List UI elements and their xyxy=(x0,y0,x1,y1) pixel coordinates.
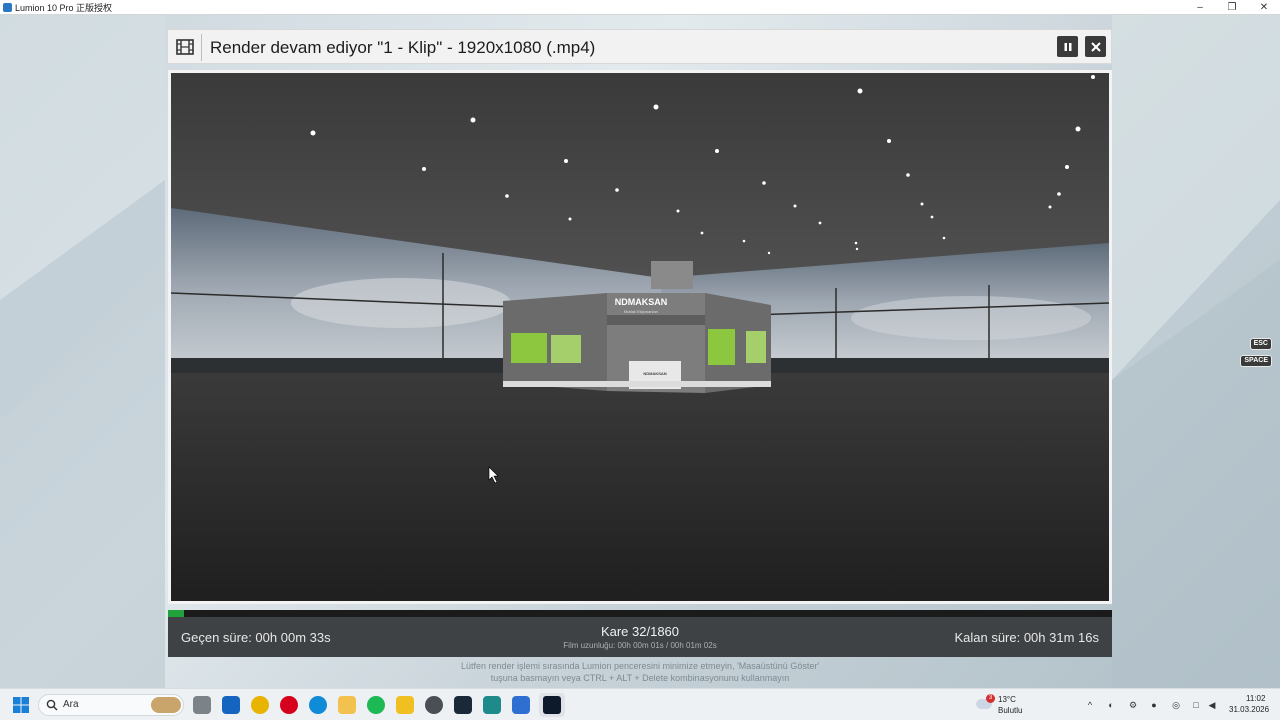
app-teal-icon[interactable] xyxy=(483,696,501,714)
booth-brand: NDMAKSAN xyxy=(615,297,668,307)
opera-icon[interactable] xyxy=(280,696,298,714)
restore-button[interactable]: ❐ xyxy=(1216,0,1248,15)
close-icon xyxy=(1090,41,1101,52)
weather-desc: Bulutlu xyxy=(998,706,1023,715)
counter-brand: NDMAKSAN xyxy=(643,371,666,376)
render-scene: NDMAKSAN Mutfak Ekipmanları NDMAKSAN xyxy=(171,73,1109,601)
render-notice: Lütfen render işlemi sırasında Lumion pe… xyxy=(168,660,1112,684)
file-explorer-icon[interactable] xyxy=(338,696,356,714)
notice-line-2: tuşuna basmayın veya CTRL + ALT + Delete… xyxy=(490,673,790,683)
search-icon xyxy=(46,699,58,711)
render-preview: NDMAKSAN Mutfak Ekipmanları NDMAKSAN xyxy=(168,70,1112,604)
pause-icon xyxy=(1064,42,1071,51)
taskbar: Ara 3 13°C Bulutlu ^ ◐ ⚙ ● ◎ □ ◀ 11:02 3… xyxy=(0,688,1280,720)
lumion-taskbar-button[interactable] xyxy=(539,693,565,717)
space-key-hint: SPACE xyxy=(1240,355,1272,367)
weather-badge: 3 xyxy=(986,694,995,703)
film-icon xyxy=(176,39,194,55)
header-divider xyxy=(201,34,202,61)
clock-date[interactable]: 31.03.2026 xyxy=(1229,705,1269,714)
booth-subtitle: Mutfak Ekipmanları xyxy=(624,309,658,314)
app-blue-icon[interactable] xyxy=(512,696,530,714)
steam-icon[interactable] xyxy=(454,696,472,714)
render-progress-bar xyxy=(168,610,1112,617)
esc-key-hint: ESC xyxy=(1249,338,1272,350)
window-title-bar: Lumion 10 Pro 正版授权 – ❐ ✕ xyxy=(0,0,1280,15)
lumion-icon xyxy=(543,696,561,714)
clock-time[interactable]: 11:02 xyxy=(1246,694,1265,703)
window-close-button[interactable]: ✕ xyxy=(1248,0,1280,15)
window-title: Lumion 10 Pro 正版授权 xyxy=(15,2,113,13)
microphone-icon[interactable]: ◎ xyxy=(1171,700,1181,710)
lumion-app-icon xyxy=(3,3,12,12)
windows-start-icon[interactable] xyxy=(13,697,29,713)
network-icon[interactable]: □ xyxy=(1191,700,1201,710)
render-title: Render devam ediyor "1 - Klip" - 1920x10… xyxy=(210,38,596,57)
taskbar-search[interactable]: Ara xyxy=(38,694,184,716)
weather-temp: 13°C xyxy=(998,695,1016,704)
tray-settings-icon[interactable]: ⚙ xyxy=(1128,700,1138,710)
exhibition-booth xyxy=(503,293,771,393)
app-chat-icon[interactable] xyxy=(425,696,443,714)
render-progress-fill xyxy=(168,610,185,617)
search-highlight-icon xyxy=(151,697,181,713)
render-stats-bar: Geçen süre: 00h 00m 33s Kare 32/1860 Fil… xyxy=(168,617,1112,657)
chevron-up-icon[interactable]: ^ xyxy=(1085,700,1095,710)
tray-app-icon[interactable]: ◐ xyxy=(1106,700,1116,710)
minimize-button[interactable]: – xyxy=(1184,0,1216,15)
volume-icon[interactable]: ◀ xyxy=(1207,700,1217,710)
close-render-button[interactable] xyxy=(1085,36,1106,57)
chrome-icon[interactable] xyxy=(251,696,269,714)
spotify-icon[interactable] xyxy=(367,696,385,714)
edge-icon[interactable] xyxy=(309,696,327,714)
render-header: Render devam ediyor "1 - Klip" - 1920x10… xyxy=(167,29,1112,64)
mail-app-icon[interactable] xyxy=(222,696,240,714)
app-lightning-icon[interactable] xyxy=(396,696,414,714)
tray-steam-icon[interactable]: ● xyxy=(1149,700,1159,710)
remaining-time: Kalan süre: 00h 31m 16s xyxy=(954,630,1099,645)
weather-widget[interactable]: 3 13°C Bulutlu xyxy=(976,693,1036,717)
task-view-icon[interactable] xyxy=(193,696,211,714)
search-label: Ara xyxy=(63,699,79,710)
notice-line-1: Lütfen render işlemi sırasında Lumion pe… xyxy=(460,661,820,671)
pause-button[interactable] xyxy=(1057,36,1078,57)
